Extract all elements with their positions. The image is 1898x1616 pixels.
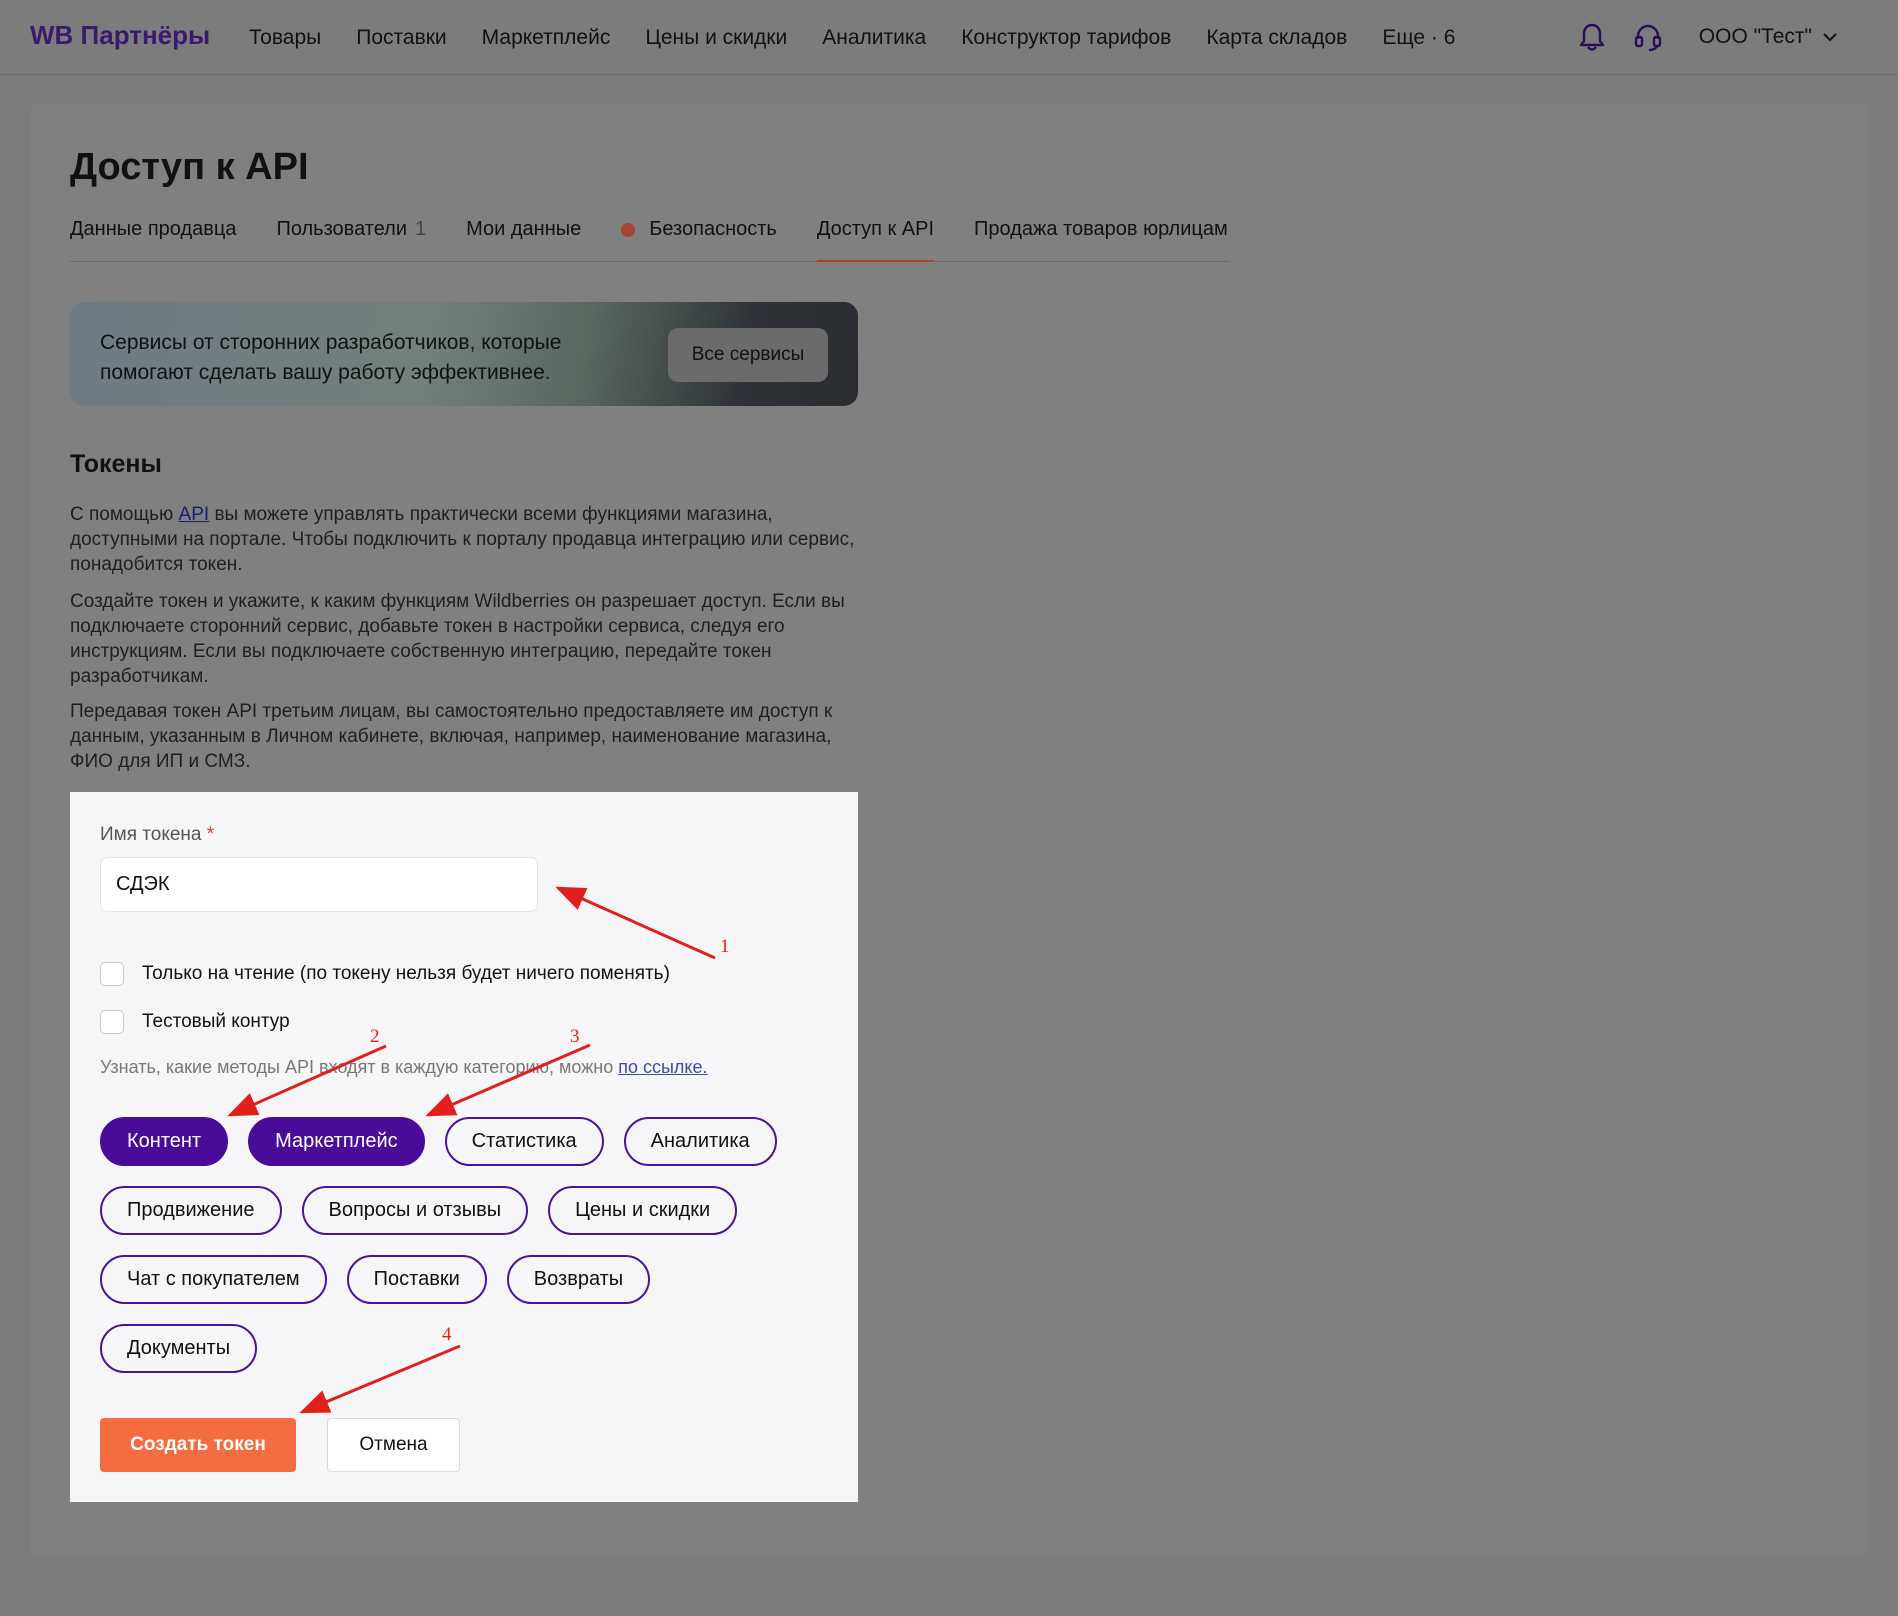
tab-my-data[interactable]: Мои данные <box>466 218 581 262</box>
header-actions: ООО "Тест" <box>1575 20 1838 54</box>
input-value: СДЭК <box>116 873 170 895</box>
services-banner: Сервисы от сторонних разработчиков, кото… <box>70 302 858 406</box>
page-title: Доступ к API <box>70 146 309 188</box>
chip-documents[interactable]: Документы <box>100 1324 258 1373</box>
main-nav: Товары Поставки Маркетплейс Цены и скидк… <box>249 26 1490 50</box>
settings-tabs: Данные продавца Пользователи 1 Мои данные… <box>70 218 1230 262</box>
category-chips: Контент Маркетплейс Статистика Аналитика… <box>100 1117 830 1393</box>
account-name: ООО "Тест" <box>1698 25 1812 48</box>
tokens-paragraph-2: Создайте токен и укажите, к каким функци… <box>70 591 845 687</box>
token-name-label: Имя токена * <box>100 824 214 846</box>
create-token-modal: Имя токена * СДЭК Только на чтение (по т… <box>70 792 858 1502</box>
paragraph-text: С помощью <box>70 504 179 525</box>
chip-promotion[interactable]: Продвижение <box>100 1186 282 1235</box>
tokens-paragraph-3: Передавая токен API третьим лицам, вы са… <box>70 701 833 772</box>
all-services-button[interactable]: Все сервисы <box>668 328 828 382</box>
nav-item-more[interactable]: Еще · 6 <box>1382 26 1455 50</box>
readonly-checkbox[interactable] <box>100 962 124 986</box>
categories-doc-link[interactable]: по ссылке. <box>618 1057 707 1077</box>
tokens-paragraph-1: С помощью API вы можете управлять практи… <box>70 502 860 577</box>
readonly-checkbox-row[interactable]: Только на чтение (по токену нельзя будет… <box>100 962 670 986</box>
tab-security[interactable]: Безопасность <box>621 218 777 262</box>
chip-marketplace[interactable]: Маркетплейс <box>248 1117 425 1166</box>
alert-dot-icon <box>621 223 636 237</box>
annotation-number-4: 4 <box>442 1324 452 1345</box>
chip-questions-reviews[interactable]: Вопросы и отзывы <box>301 1186 529 1235</box>
chip-returns[interactable]: Возвраты <box>506 1255 651 1304</box>
headset-icon[interactable] <box>1631 20 1665 54</box>
banner-text: Сервисы от сторонних разработчиков, кото… <box>100 331 562 384</box>
logo[interactable]: WB Партнёры <box>30 20 210 51</box>
label-text: Имя токена <box>100 824 202 845</box>
readonly-label: Только на чтение (по токену нельзя будет… <box>142 963 670 984</box>
bell-icon[interactable] <box>1575 20 1609 54</box>
top-navigation-bar: WB Партнёры Товары Поставки Маркетплейс … <box>0 0 1898 75</box>
test-contour-checkbox[interactable] <box>100 1010 124 1034</box>
chip-content[interactable]: Контент <box>100 1117 229 1166</box>
nav-item-supplies[interactable]: Поставки <box>356 26 446 50</box>
tab-users[interactable]: Пользователи 1 <box>276 218 426 262</box>
chip-analytics[interactable]: Аналитика <box>623 1117 777 1166</box>
test-contour-checkbox-row[interactable]: Тестовый контур <box>100 1010 290 1034</box>
nav-item-goods[interactable]: Товары <box>249 26 321 50</box>
nav-item-tariff-builder[interactable]: Конструктор тарифов <box>961 26 1171 50</box>
token-name-input[interactable]: СДЭК <box>100 857 538 912</box>
chip-statistics[interactable]: Статистика <box>444 1117 604 1166</box>
hint-text: Узнать, какие методы API входят в каждую… <box>100 1057 619 1077</box>
tab-label: Данные продавца <box>70 218 237 240</box>
tab-label: Безопасность <box>649 218 777 240</box>
categories-hint: Узнать, какие методы API входят в каждую… <box>100 1057 708 1078</box>
annotation-number-2: 2 <box>370 1026 380 1047</box>
annotation-number-1: 1 <box>720 936 730 957</box>
nav-item-marketplace[interactable]: Маркетплейс <box>482 26 611 50</box>
test-contour-label: Тестовый контур <box>142 1011 290 1032</box>
tab-count-badge: 1 <box>415 218 427 240</box>
tab-label: Мои данные <box>466 218 582 240</box>
nav-item-prices[interactable]: Цены и скидки <box>645 26 787 50</box>
nav-item-warehouse-map[interactable]: Карта складов <box>1206 26 1347 50</box>
tab-label: Продажа товаров юрлицам <box>974 218 1228 240</box>
create-token-button[interactable]: Создать токен <box>100 1418 296 1472</box>
chip-prices-discounts[interactable]: Цены и скидки <box>548 1186 738 1235</box>
chevron-down-icon <box>1823 33 1837 42</box>
account-menu[interactable]: ООО "Тест" <box>1699 25 1838 49</box>
tab-api-access[interactable]: Доступ к API <box>816 218 935 262</box>
required-mark: * <box>206 824 215 845</box>
api-link[interactable]: API <box>179 504 210 525</box>
tab-seller-data[interactable]: Данные продавца <box>70 218 236 262</box>
nav-item-analytics[interactable]: Аналитика <box>822 26 926 50</box>
tokens-title: Токены <box>70 450 162 478</box>
tab-label: Доступ к API <box>816 218 935 240</box>
tab-b2b-sales[interactable]: Продажа товаров юрлицам <box>974 218 1228 262</box>
tab-label: Пользователи <box>276 218 407 240</box>
annotation-number-3: 3 <box>570 1026 580 1047</box>
chip-buyer-chat[interactable]: Чат с покупателем <box>100 1255 327 1304</box>
chip-supplies[interactable]: Поставки <box>346 1255 487 1304</box>
cancel-button[interactable]: Отмена <box>327 1418 460 1472</box>
